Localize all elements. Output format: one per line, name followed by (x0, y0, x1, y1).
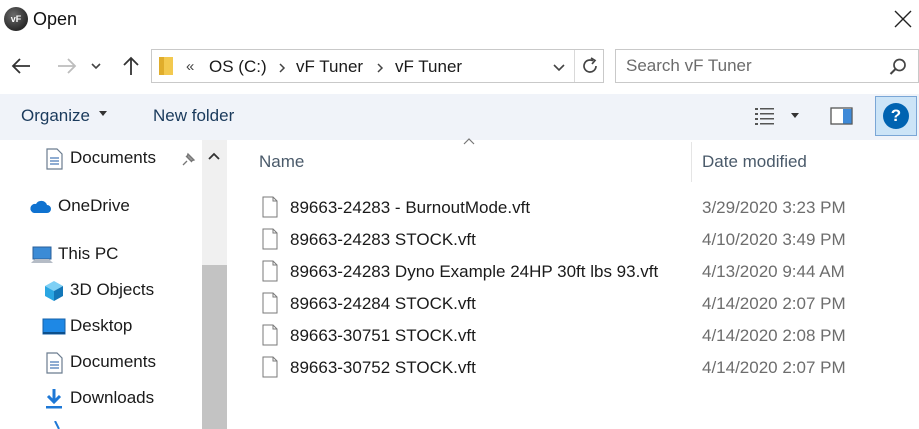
new-folder-button[interactable]: New folder (153, 106, 234, 126)
preview-pane-icon[interactable] (830, 106, 854, 126)
window-title: Open (33, 9, 78, 29)
sidebar-item-label: Documents (70, 352, 156, 371)
chevron-down-icon (91, 63, 101, 70)
file-date: 4/13/2020 9:44 AM (702, 262, 845, 281)
sidebar-item-this-pc[interactable]: This PC (0, 239, 200, 271)
file-row[interactable]: 89663-24283 Dyno Example 24HP 30ft lbs 9… (258, 257, 919, 289)
sort-ascending-icon (463, 138, 475, 145)
command-bar (0, 94, 919, 140)
help-button[interactable]: ? (875, 96, 917, 136)
sidebar-item-label: Downloads (70, 388, 155, 407)
organize-button[interactable]: Organize (21, 106, 90, 126)
file-date: 3/29/2020 3:23 PM (702, 198, 846, 217)
file-row[interactable]: 89663-30752 STOCK.vft 4/14/2020 2:07 PM (258, 353, 919, 385)
chevron-right-icon (279, 63, 286, 73)
breadcrumb-overflow[interactable]: « (186, 58, 194, 75)
arrow-left-icon (11, 58, 30, 74)
music-icon (54, 421, 60, 429)
sidebar-item-label: OneDrive (58, 196, 130, 215)
file-name: 89663-24283 Dyno Example 24HP 30ft lbs 9… (290, 262, 659, 281)
sidebar-item-desktop[interactable]: Desktop (0, 311, 200, 343)
caret-down-icon[interactable] (98, 110, 108, 118)
sidebar-item-downloads[interactable]: Downloads (0, 383, 200, 415)
app-logo-icon: vF (4, 7, 28, 31)
chevron-right-icon (377, 63, 384, 73)
documents-icon (46, 148, 63, 170)
file-icon (262, 324, 278, 346)
file-name: 89663-24283 - BurnoutMode.vft (290, 198, 531, 217)
file-icon (262, 260, 278, 282)
file-date: 4/14/2020 2:07 PM (702, 294, 846, 313)
breadcrumb-vf-tuner[interactable]: vF Tuner (296, 57, 363, 77)
back-button[interactable] (6, 51, 36, 81)
help-icon: ? (883, 103, 909, 129)
title-bar (0, 0, 919, 40)
address-bar[interactable]: « OS (C:) vF Tuner vF Tuner (151, 49, 604, 83)
recent-locations-button[interactable] (86, 51, 106, 81)
forward-button[interactable] (52, 51, 82, 81)
sidebar-item-onedrive[interactable]: OneDrive (0, 191, 200, 223)
sidebar-item-label: This PC (58, 244, 119, 263)
arrow-right-icon (58, 58, 77, 74)
file-name: 89663-24283 STOCK.vft (290, 230, 476, 249)
file-name: 89663-24284 STOCK.vft (290, 294, 476, 313)
file-row[interactable]: 89663-24284 STOCK.vft 4/14/2020 2:07 PM (258, 289, 919, 321)
folder-icon (159, 57, 173, 75)
search-box[interactable] (615, 49, 919, 83)
file-icon (262, 356, 278, 378)
file-date: 4/14/2020 2:08 PM (702, 326, 846, 345)
file-icon (262, 292, 278, 314)
sidebar-item-label: Documents (70, 148, 156, 167)
desktop-icon (42, 318, 66, 335)
close-icon (894, 10, 912, 28)
sidebar-item-label: Desktop (70, 316, 133, 335)
pin-icon[interactable] (180, 152, 196, 168)
view-details-icon[interactable] (754, 106, 776, 126)
up-button[interactable] (116, 51, 146, 81)
sidebar-item-documents[interactable]: Documents (0, 347, 200, 379)
breadcrumb-os-c[interactable]: OS (C:) (209, 57, 267, 77)
refresh-icon[interactable] (580, 56, 600, 76)
onedrive-icon (30, 200, 51, 213)
sidebar-item-3d-objects[interactable]: 3D Objects (0, 275, 200, 307)
caret-down-icon[interactable] (790, 112, 800, 120)
chevron-down-icon[interactable] (552, 60, 566, 74)
3d-objects-icon (45, 281, 63, 301)
close-button[interactable] (890, 6, 916, 32)
file-name: 89663-30751 STOCK.vft (290, 326, 476, 345)
navigation-pane: Documents OneDrive This PC 3D Objects De… (0, 140, 227, 429)
file-date: 4/10/2020 3:49 PM (702, 230, 846, 249)
this-pc-icon (31, 246, 53, 263)
file-row[interactable]: 89663-24283 STOCK.vft 4/10/2020 3:49 PM (258, 225, 919, 257)
file-name: 89663-30752 STOCK.vft (290, 358, 476, 377)
file-date: 4/14/2020 2:07 PM (702, 358, 846, 377)
address-divider (574, 50, 575, 82)
column-divider[interactable] (691, 142, 692, 182)
downloads-icon (46, 389, 62, 409)
search-icon[interactable] (888, 57, 908, 77)
search-input[interactable] (626, 55, 876, 77)
file-icon (262, 228, 278, 250)
file-row[interactable]: 89663-30751 STOCK.vft 4/14/2020 2:08 PM (258, 321, 919, 353)
arrow-up-icon (123, 56, 139, 75)
column-header-date-modified[interactable]: Date modified (702, 152, 807, 172)
file-row[interactable]: 89663-24283 - BurnoutMode.vft 3/29/2020 … (258, 193, 919, 225)
column-header-name[interactable]: Name (259, 152, 304, 172)
sidebar-item-label: 3D Objects (70, 280, 155, 299)
scroll-up-icon[interactable] (206, 150, 222, 162)
file-icon (262, 196, 278, 218)
sidebar-item-documents-pinned[interactable]: Documents (0, 143, 200, 175)
breadcrumb-vf-tuner-current[interactable]: vF Tuner (395, 57, 462, 77)
documents-icon (46, 352, 63, 374)
sidebar-scrollbar-thumb[interactable] (202, 265, 227, 429)
